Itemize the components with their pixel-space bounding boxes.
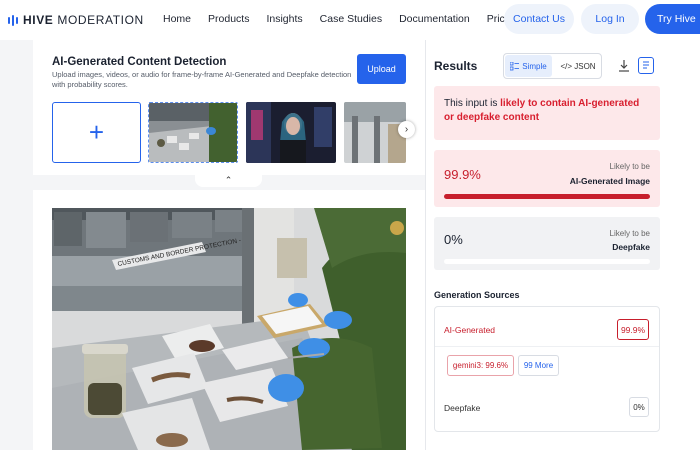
source-ai-generated-value: 99.9% <box>617 319 649 340</box>
ai-score-bar <box>444 194 650 199</box>
detection-description: Upload images, videos, or audio for fram… <box>52 70 352 89</box>
logo-bars-icon <box>8 14 18 26</box>
upload-button[interactable]: Upload <box>357 54 406 84</box>
results-title: Results <box>434 59 478 73</box>
verdict-banner: This input is likely to contain AI-gener… <box>434 86 660 140</box>
source-deepfake-label: Deepfake <box>444 403 481 413</box>
deepfake-score-card: 0% Likely to be Deepfake <box>434 217 660 270</box>
generation-sources-title: Generation Sources <box>434 290 520 300</box>
top-nav: HIVE MODERATION Home Products Insights C… <box>0 0 700 40</box>
nav-link-home[interactable]: Home <box>163 13 191 25</box>
deepfake-score-bar <box>444 259 650 264</box>
source-deepfake-value: 0% <box>629 397 649 417</box>
source-ai-generated-label: AI-Generated <box>444 325 496 335</box>
contact-us-button[interactable]: Contact Us <box>504 4 574 34</box>
json-view-label: </> JSON <box>560 61 596 71</box>
ai-type-label: AI-Generated Image <box>569 176 650 186</box>
nav-link-products[interactable]: Products <box>208 13 249 25</box>
chevron-right-icon: › <box>404 124 409 135</box>
nav-link-documentation[interactable]: Documentation <box>399 13 470 25</box>
carousel-next-button[interactable]: › <box>398 121 415 138</box>
nav-links: Home Products Insights Case Studies Docu… <box>163 13 536 25</box>
nav-link-insights[interactable]: Insights <box>266 13 302 25</box>
plus-icon: + <box>88 117 105 147</box>
thumbnail-neon-portrait[interactable] <box>246 102 336 163</box>
collapse-thumbnails-toggle[interactable]: ⌃ <box>195 173 262 187</box>
deepfake-percent: 0% <box>444 232 463 247</box>
brand-name-bold: HIVE <box>23 13 54 27</box>
brand-name-rest: MODERATION <box>57 13 144 27</box>
thumbnail-border-protection-lab[interactable] <box>148 102 238 163</box>
ai-score-bar-fill <box>444 194 650 199</box>
deepfake-likely-label: Likely to be <box>609 229 650 238</box>
simple-view-label: Simple <box>522 61 547 71</box>
chevron-up-icon: ⌃ <box>224 174 233 185</box>
sources-divider <box>435 346 659 347</box>
document-settings-icon[interactable] <box>638 57 654 74</box>
verdict-prefix: This input is <box>444 98 501 109</box>
try-hive-button[interactable]: Try Hive <box>645 4 700 34</box>
detection-title: AI-Generated Content Detection <box>52 56 227 68</box>
thumbnail-warehouse-scene[interactable] <box>344 102 406 163</box>
top-model-chip[interactable]: gemini3: 99.6% <box>447 355 514 376</box>
simple-view-tab[interactable]: Simple <box>505 55 552 77</box>
list-icon <box>510 61 520 70</box>
download-icon[interactable] <box>617 58 631 74</box>
deepfake-type-label: Deepfake <box>612 242 650 252</box>
json-view-tab[interactable]: </> JSON <box>556 55 600 77</box>
brand-logo[interactable]: HIVE MODERATION <box>8 13 144 27</box>
ai-generated-percent: 99.9% <box>444 167 481 182</box>
login-button[interactable]: Log In <box>581 4 639 34</box>
ai-generated-score-card: 99.9% Likely to be AI-Generated Image <box>434 150 660 207</box>
ai-likely-label: Likely to be <box>609 162 650 171</box>
add-media-button[interactable]: + <box>52 102 141 163</box>
preview-image: CUSTOMS AND BORDER PROTECTION - EVIDENCE <box>52 208 406 450</box>
nav-link-case-studies[interactable]: Case Studies <box>320 13 382 25</box>
more-models-button[interactable]: 99 More <box>518 355 559 376</box>
